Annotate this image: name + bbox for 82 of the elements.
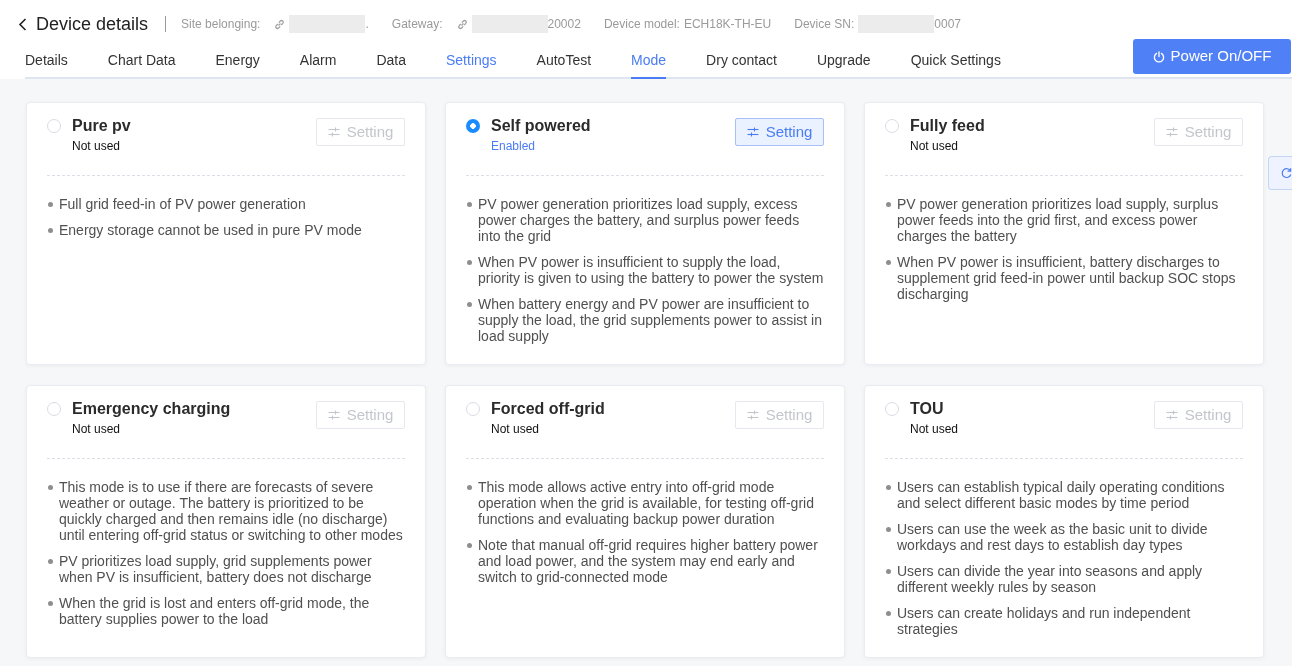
refresh-icon (1281, 167, 1292, 179)
tab[interactable]: Dry contact (706, 41, 777, 79)
meta-label: Site belonging: (181, 16, 261, 33)
meta-value: ECH18K-TH-EU (683, 16, 772, 33)
sliders-icon (327, 409, 340, 421)
meta-label: Device SN: (794, 16, 855, 33)
mode-description: When PV power is insufficient, battery discharges to supplement grid feed-in power until backup SOC stops discharging (897, 254, 1237, 302)
bullet-icon (886, 260, 891, 265)
mode-description: PV prioritizes load supply, grid supplements power when PV is insufficient, battery does not discharge (59, 553, 373, 585)
meta-value: 0007 (934, 16, 961, 33)
bullet-icon (467, 543, 472, 548)
link-icon[interactable] (274, 18, 286, 30)
tab[interactable]: Data (376, 41, 406, 79)
meta-label: Device model: (603, 16, 680, 33)
sliders-icon (1165, 126, 1178, 138)
mode-status: Not used (910, 421, 959, 437)
tab[interactable]: AutoTest (536, 41, 592, 79)
back-icon[interactable] (18, 17, 27, 31)
mode-description: This mode is to use if there are forecasts of severe weather or outage. The battery is prioritized to be quickly charged and then remains idle (no discharge) until entering off-grid status or switching to other modes (59, 479, 404, 543)
mode-status: Not used (72, 138, 122, 154)
radio-button[interactable] (47, 119, 61, 133)
bullet-icon (48, 228, 53, 233)
mode-description: Users can use the week as the basic unit to divide workdays and rest days to establish day types (897, 521, 1209, 553)
mode-title: Emergency charging (72, 399, 231, 419)
mode-title: Self powered (491, 116, 591, 136)
sliders-icon (746, 126, 759, 138)
refresh-button[interactable] (1268, 156, 1292, 190)
tab[interactable]: Chart Data (107, 41, 176, 79)
bullet-icon (886, 485, 891, 490)
bullet-icon (886, 611, 891, 616)
sliders-icon (327, 126, 340, 138)
tab[interactable]: Settings (446, 41, 497, 79)
radio-button[interactable] (885, 119, 899, 133)
meta-value: . (365, 16, 369, 33)
tab[interactable]: Energy (215, 41, 260, 79)
mode-description: This mode allows active entry into off-grid mode operation when the grid is available, for testing off-grid functions and evaluating backup power duration (478, 479, 815, 527)
mode-description: When PV power is insufficient to supply the load, priority is given to using the battery to power the system (478, 254, 824, 286)
bullet-icon (48, 485, 53, 490)
sliders-icon (746, 409, 759, 421)
bullet-icon (48, 202, 53, 207)
mode-description: Note that manual off-grid requires higher battery power and load power, and the system may end early and switch to grid-connected mode (478, 537, 819, 585)
bullet-icon (467, 485, 472, 490)
mode-status: Not used (910, 138, 960, 154)
mode-status: Not used (72, 421, 122, 437)
mode-description: Energy storage cannot be used in pure PV mode (59, 222, 362, 238)
bullet-icon (886, 527, 891, 532)
mode-description: When the grid is lost and enters off-grid mode, the battery supplies power to the load (59, 595, 371, 627)
bullet-icon (48, 601, 53, 606)
mode-status: Not used (491, 421, 541, 437)
meta-value: 20002 (547, 16, 581, 33)
mode-status: Enabled (491, 138, 537, 154)
tab[interactable]: Quick Settings (910, 41, 1001, 79)
mode-title: TOU (910, 399, 945, 419)
power-button[interactable]: Power On/OFF (1133, 39, 1291, 74)
bullet-icon (886, 202, 891, 207)
tab[interactable]: Upgrade (816, 41, 871, 79)
power-icon (1152, 50, 1165, 63)
radio-button[interactable] (466, 402, 480, 416)
tab[interactable]: Details (25, 41, 68, 79)
mode-title: Pure pv (72, 116, 131, 136)
link-icon[interactable] (456, 18, 468, 30)
tab[interactable]: Alarm (299, 41, 337, 79)
radio-button[interactable] (885, 402, 899, 416)
meta-label: Gateway: (391, 16, 443, 33)
mode-description: Users can establish typical daily operating conditions and select different basic modes by time period (897, 479, 1226, 511)
mode-description: PV power generation prioritizes load supply, excess power charges the battery, and surplus power feeds into the grid (478, 196, 801, 244)
page-title: Device details (36, 13, 149, 36)
mode-description: Users can divide the year into seasons and apply different weekly rules by season (897, 563, 1204, 595)
sliders-icon (1165, 409, 1178, 421)
mode-description: Full grid feed-in of PV power generation (59, 196, 306, 212)
bullet-icon (467, 260, 472, 265)
bullet-icon (886, 569, 891, 574)
bullet-icon (467, 202, 472, 207)
mode-description: Users can create holidays and run independent strategies (897, 605, 1192, 637)
bullet-icon (48, 559, 53, 564)
mode-description: PV power generation prioritizes load supply, surplus power feeds into the grid first, and excess power charges the battery (897, 196, 1220, 244)
bullet-icon (467, 302, 472, 307)
mode-title: Fully feed (910, 116, 985, 136)
mode-description: When battery energy and PV power are insufficient to supply the load, the grid supplements power to assist in load supply (478, 296, 823, 344)
radio-button[interactable] (466, 119, 480, 133)
radio-button[interactable] (47, 402, 61, 416)
mode-title: Forced off-grid (491, 399, 605, 419)
